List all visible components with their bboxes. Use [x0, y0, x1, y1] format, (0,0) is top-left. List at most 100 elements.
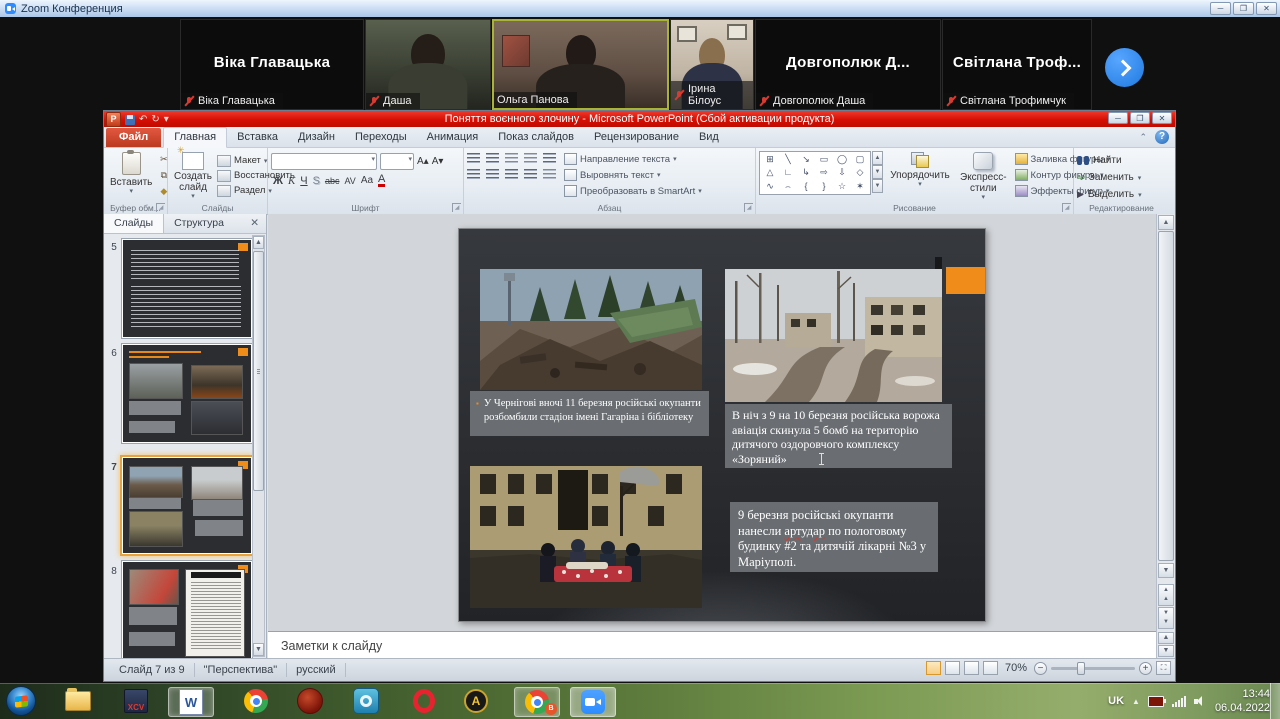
- reading-view-button[interactable]: [964, 661, 979, 675]
- strikethrough-button[interactable]: abc: [325, 176, 340, 186]
- slide-sorter-view-button[interactable]: [945, 661, 960, 675]
- powerpoint-app-icon[interactable]: P: [106, 112, 121, 127]
- participant-tile-vika[interactable]: Віка Главацька Віка Главацька: [180, 19, 364, 110]
- aimp-icon[interactable]: A: [458, 687, 494, 715]
- next-slide-button[interactable]: ▼▼: [1158, 607, 1174, 629]
- panel-scrollbar[interactable]: ▲ ▼: [252, 235, 265, 657]
- arrange-button[interactable]: Упорядочить ▾: [888, 151, 952, 190]
- chernihiv-caption-textbox[interactable]: ▪ У Чернігові вночі 11 березня російські…: [470, 391, 709, 436]
- shapes-gallery[interactable]: ⊞╲↘▭◯▢ △∟↳⇨⇩◇ ∿⌢{}☆✶: [759, 151, 871, 195]
- bold-button[interactable]: Ж: [273, 175, 283, 187]
- dialog-launcher-icon[interactable]: ◢: [452, 203, 461, 212]
- participant-tile-iryna[interactable]: Ірина Білоус: [670, 19, 754, 110]
- notes-scrollbar[interactable]: ▲ ▼: [1156, 631, 1175, 660]
- chrome-notification-icon[interactable]: B: [514, 687, 560, 717]
- save-icon[interactable]: [125, 115, 135, 125]
- network-signal-icon[interactable]: [1172, 696, 1186, 707]
- shapes-more-icon[interactable]: ▼: [872, 179, 883, 193]
- scroll-up-icon[interactable]: ▲: [253, 236, 264, 249]
- xcv-editor-icon[interactable]: XCV: [118, 687, 154, 715]
- minimize-icon[interactable]: ─: [1108, 112, 1128, 124]
- tab-design[interactable]: Дизайн: [288, 128, 345, 147]
- zoom-level[interactable]: 70%: [1005, 662, 1027, 674]
- tab-transitions[interactable]: Переходы: [345, 128, 417, 147]
- columns-icon[interactable]: [543, 169, 556, 180]
- character-spacing-button[interactable]: AV: [344, 176, 355, 186]
- chrome-icon[interactable]: [238, 687, 274, 715]
- participant-tile-olga-active-speaker[interactable]: Ольга Панова: [492, 19, 669, 110]
- undo-icon[interactable]: ↶: [139, 113, 147, 127]
- scroll-down-icon[interactable]: ▼: [253, 643, 264, 656]
- underline-button[interactable]: Ч: [300, 175, 307, 187]
- show-desktop-button[interactable]: [1270, 683, 1280, 719]
- tab-slides-thumbnails[interactable]: Слайды: [104, 214, 164, 233]
- text-direction-button[interactable]: Направление текста▾: [564, 152, 702, 166]
- bullets-icon[interactable]: [467, 153, 480, 164]
- tab-view[interactable]: Вид: [689, 128, 729, 147]
- increase-indent-icon[interactable]: [524, 153, 537, 164]
- close-icon[interactable]: ✕: [1152, 112, 1172, 124]
- help-icon[interactable]: ?: [1155, 130, 1169, 144]
- notes-pane[interactable]: Заметки к слайду: [268, 631, 1158, 660]
- chernihiv-stadium-ruins-image[interactable]: [480, 269, 702, 390]
- shapes-scroll-up-icon[interactable]: ▲: [872, 151, 883, 165]
- media-player-red-icon[interactable]: [292, 687, 328, 715]
- opera-icon[interactable]: [406, 687, 442, 715]
- font-size-select[interactable]: [380, 153, 414, 170]
- scroll-down-icon[interactable]: ▼: [1158, 645, 1174, 657]
- new-slide-button[interactable]: Создать слайд ▾: [171, 151, 215, 202]
- normal-view-button[interactable]: [926, 661, 941, 675]
- scroll-up-icon[interactable]: ▲: [1158, 215, 1174, 230]
- align-center-icon[interactable]: [486, 169, 499, 180]
- dialog-launcher-icon[interactable]: ◢: [156, 203, 165, 212]
- close-icon[interactable]: ✕: [1256, 2, 1277, 15]
- scroll-down-icon[interactable]: ▼: [1158, 563, 1174, 578]
- maximize-icon[interactable]: ❐: [1233, 2, 1254, 15]
- previous-slide-button[interactable]: ▲▲: [1158, 584, 1174, 606]
- text-shadow-button[interactable]: S: [313, 175, 320, 187]
- participant-tile-dovhopoliuk[interactable]: Довгополюк Д... Довгополюк Даша: [755, 19, 941, 110]
- dialog-launcher-icon[interactable]: ◢: [744, 203, 753, 212]
- language-indicator[interactable]: русский: [287, 663, 345, 677]
- tab-animations[interactable]: Анимация: [417, 128, 489, 147]
- explorer-icon[interactable]: [60, 687, 96, 715]
- ppt-titlebar[interactable]: P ↶ ↻ ▾ Поняття воєнного злочину - Micro…: [104, 111, 1175, 127]
- current-slide[interactable]: ▪ У Чернігові вночі 11 березня російські…: [458, 228, 986, 622]
- minimize-icon[interactable]: ─: [1210, 2, 1231, 15]
- close-panel-icon[interactable]: ✕: [243, 214, 266, 233]
- customize-quick-access-icon[interactable]: ▾: [164, 113, 169, 127]
- slideshow-view-button[interactable]: [983, 661, 998, 675]
- tab-insert[interactable]: Вставка: [227, 128, 288, 147]
- tab-slideshow[interactable]: Показ слайдов: [488, 128, 584, 147]
- italic-button[interactable]: К: [288, 175, 295, 187]
- decrease-indent-icon[interactable]: [505, 153, 518, 164]
- participant-tile-svitlana[interactable]: Світлана Троф... Світлана Трофимчук: [942, 19, 1092, 110]
- align-text-button[interactable]: Выровнять текст▾: [564, 168, 702, 182]
- justify-icon[interactable]: [524, 169, 537, 180]
- collapse-ribbon-icon[interactable]: ⌃: [1139, 132, 1147, 143]
- tab-file[interactable]: Файл: [106, 128, 161, 147]
- theme-name[interactable]: "Перспектива": [195, 663, 287, 677]
- zoom-taskbar-icon[interactable]: [570, 687, 616, 717]
- slide-canvas[interactable]: ▪ У Чернігові вночі 11 березня російські…: [268, 214, 1158, 631]
- keyboard-layout-indicator[interactable]: UK: [1108, 695, 1124, 707]
- shrink-font-icon[interactable]: А▾: [432, 156, 444, 167]
- participant-tile-dasha[interactable]: Даша: [365, 19, 491, 110]
- zoryanyi-camp-winter-road-image[interactable]: [725, 269, 942, 402]
- restore-icon[interactable]: ❐: [1130, 112, 1150, 124]
- media-player-blue-icon[interactable]: [348, 687, 384, 715]
- paste-button[interactable]: Вставить ▾: [107, 151, 155, 200]
- find-button[interactable]: Найти: [1077, 153, 1166, 168]
- quick-styles-button[interactable]: Экспресс-стили ▾: [957, 151, 1010, 203]
- mariupol-textbox[interactable]: 9 березня російські окупанти нанесли арт…: [730, 502, 938, 572]
- shapes-scroll-down-icon[interactable]: ▼: [872, 165, 883, 179]
- scrollbar-thumb[interactable]: [253, 251, 264, 491]
- slide-thumbnail-6[interactable]: [122, 344, 252, 443]
- hidden-icons-chevron[interactable]: ▲: [1132, 697, 1140, 706]
- tab-review[interactable]: Рецензирование: [584, 128, 689, 147]
- slide-thumbnail-5[interactable]: [122, 239, 252, 338]
- line-spacing-icon[interactable]: [543, 153, 556, 164]
- zoom-slider-thumb[interactable]: [1077, 662, 1085, 675]
- select-button[interactable]: ▶Выделить▾: [1077, 187, 1166, 202]
- zoryanyi-textbox[interactable]: В ніч з 9 на 10 березня російська ворожа…: [725, 404, 952, 468]
